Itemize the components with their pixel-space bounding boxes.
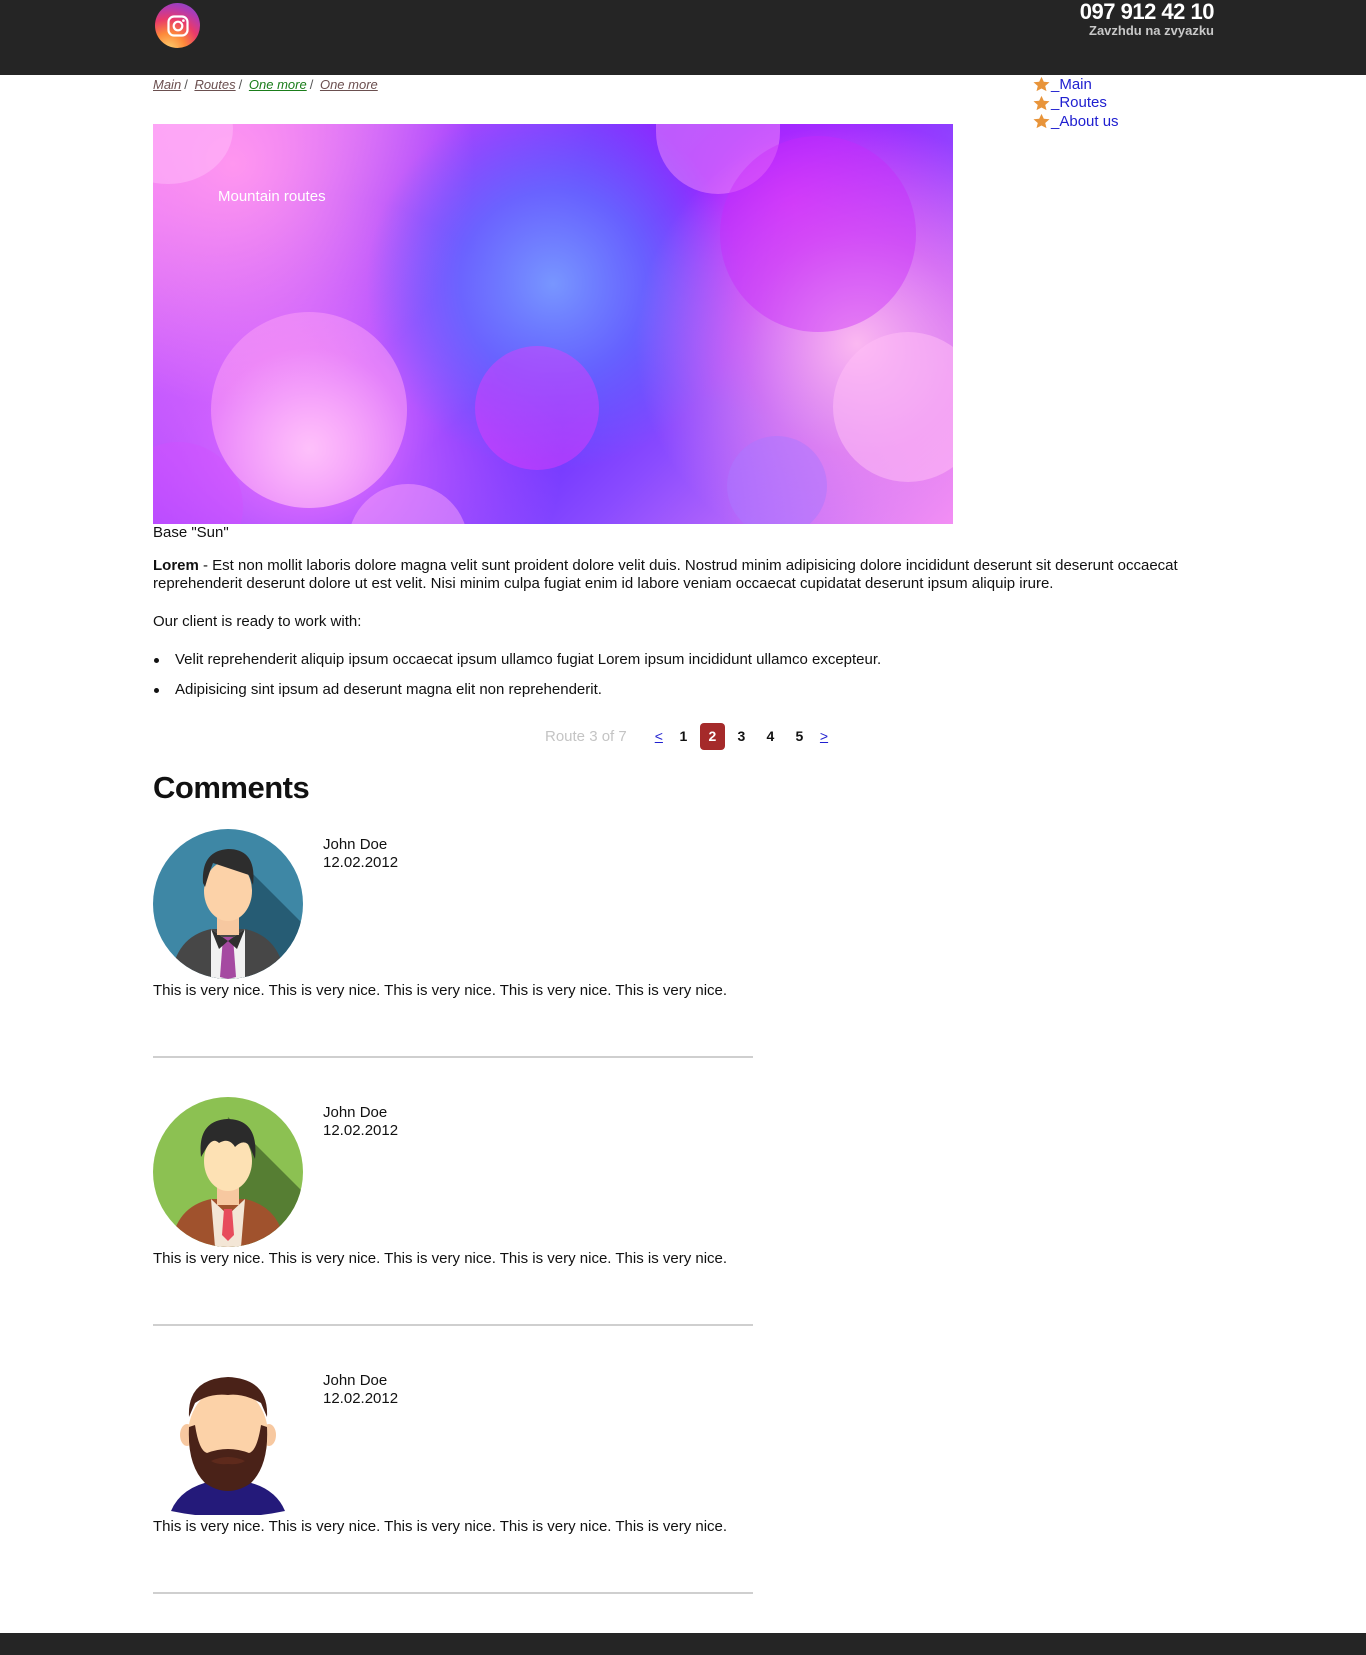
page-3[interactable]: 3 xyxy=(729,723,754,750)
comment-date: 12.02.2012 xyxy=(323,1390,399,1407)
breadcrumb-main[interactable]: Main xyxy=(153,77,181,92)
hero-caption: Base "Sun" xyxy=(153,524,229,541)
comment-divider xyxy=(153,1324,753,1326)
page-1[interactable]: 1 xyxy=(671,723,696,750)
breadcrumb-separator: / xyxy=(184,77,188,92)
footer xyxy=(0,1633,1366,1655)
sidenav-label[interactable]: Routes xyxy=(1051,94,1107,111)
page-2-active[interactable]: 2 xyxy=(699,722,725,750)
comment-text: This is very nice. This is very nice. Th… xyxy=(153,1250,728,1267)
pagination-next[interactable]: > xyxy=(820,728,828,744)
comment-divider xyxy=(153,1592,753,1594)
bokeh-bubble xyxy=(720,136,916,332)
bokeh-bubble xyxy=(833,332,953,482)
breadcrumb-separator: / xyxy=(238,77,243,92)
comment-text: This is very nice. This is very nice. Th… xyxy=(153,1518,728,1535)
instagram-icon[interactable] xyxy=(155,3,200,48)
lead-text: - Est non mollit laboris dolore magna ve… xyxy=(153,557,1178,592)
comment-text: This is very nice. This is very nice. Th… xyxy=(153,982,728,999)
top-header: 097 912 42 10 Zavzhdu na zvyazku xyxy=(0,0,1366,75)
star-icon xyxy=(1033,95,1050,110)
young-man-avatar-icon xyxy=(153,1097,303,1247)
description-paragraph: Lorem - Est non mollit laboris dolore ma… xyxy=(153,557,1213,593)
businessman-avatar-icon xyxy=(153,829,303,979)
sidenav-label[interactable]: Main xyxy=(1051,76,1092,93)
pagination-prev[interactable]: < xyxy=(655,728,663,744)
comment-meta: John Doe 12.02.2012 xyxy=(323,1372,398,1408)
phone-tagline: Zavzhdu na zvyazku xyxy=(1089,23,1214,38)
comment-author: John Doe xyxy=(323,1104,388,1121)
contact-block: 097 912 42 10 Zavzhdu na zvyazku xyxy=(1080,0,1215,39)
breadcrumb: Main / Routes / One more / One more xyxy=(153,77,378,92)
sidenav-item-about[interactable]: About us xyxy=(1032,112,1119,131)
breadcrumb-routes[interactable]: Routes xyxy=(194,77,235,92)
breadcrumb-separator: / xyxy=(309,77,314,92)
sidenav-item-routes[interactable]: Routes xyxy=(1032,94,1119,113)
list-item: Velit reprehenderit aliquip ipsum occaec… xyxy=(153,650,881,680)
bokeh-bubble xyxy=(153,124,233,184)
breadcrumb-one-more[interactable]: One more xyxy=(249,77,307,92)
page-4[interactable]: 4 xyxy=(758,723,783,750)
hero-banner-image: Mountain routes xyxy=(153,124,953,524)
comment-author: John Doe xyxy=(323,836,388,853)
pagination: Route 3 of 7 < 1 2 3 4 5 > xyxy=(545,722,834,750)
page-5[interactable]: 5 xyxy=(787,723,812,750)
breadcrumb-one-more-current[interactable]: One more xyxy=(320,77,378,92)
star-icon xyxy=(1033,114,1050,129)
hero-title: Mountain routes xyxy=(218,188,326,205)
sidenav-item-main[interactable]: Main xyxy=(1032,75,1119,94)
comment-date: 12.02.2012 xyxy=(323,1122,399,1139)
instagram-glyph xyxy=(166,14,189,37)
bokeh-bubble xyxy=(348,484,468,524)
comment-author: John Doe xyxy=(323,1372,388,1389)
pagination-info: Route 3 of 7 xyxy=(545,727,627,745)
client-intro: Our client is ready to work with: xyxy=(153,613,362,630)
lead-bold: Lorem xyxy=(153,557,199,574)
list-item: Adipisicing sint ipsum ad deserunt magna… xyxy=(153,680,881,710)
bearded-man-avatar-icon xyxy=(171,1377,285,1515)
bokeh-bubble xyxy=(211,312,407,508)
comment-divider xyxy=(153,1056,753,1058)
side-navigation: Main Routes About us xyxy=(1032,75,1119,131)
comment-date: 12.02.2012 xyxy=(323,854,399,871)
feature-list: Velit reprehenderit aliquip ipsum occaec… xyxy=(153,650,881,710)
comment-meta: John Doe 12.02.2012 xyxy=(323,1104,398,1140)
bokeh-bubble xyxy=(727,436,827,524)
sidenav-label[interactable]: About us xyxy=(1051,113,1118,130)
star-icon xyxy=(1033,77,1050,92)
phone-number[interactable]: 097 912 42 10 xyxy=(1080,0,1215,24)
comments-title: Comments xyxy=(153,770,310,805)
comment-meta: John Doe 12.02.2012 xyxy=(323,836,398,872)
bokeh-bubble xyxy=(475,346,599,470)
